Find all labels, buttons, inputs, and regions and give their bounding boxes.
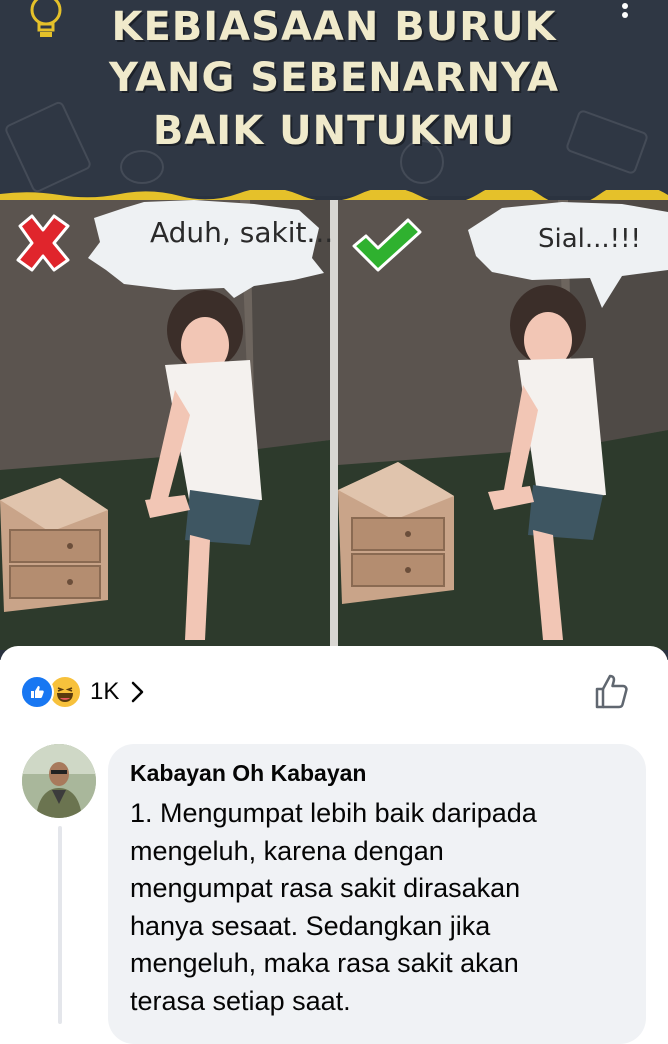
comment-text: 1. Mengumpat lebih baik daripada mengelu… — [130, 795, 630, 1020]
speech-text-left: Aduh, sakit... — [150, 216, 334, 249]
comment-line: 1. Mengumpat lebih baik daripada — [130, 798, 537, 828]
speech-text-right: Sial...!!! — [538, 224, 641, 254]
comment-line: hanya sesaat. Sedangkan jika — [130, 910, 491, 941]
avatar[interactable] — [22, 744, 96, 818]
comment-thread-line — [58, 826, 62, 1024]
chalk-doodle — [120, 150, 164, 184]
comment-line: mengeluh, karena dengan — [130, 835, 444, 866]
image-title-line-3: BAIK UNTUKMU — [152, 108, 516, 154]
check-mark-icon — [352, 218, 422, 272]
speech-bubble-left — [88, 200, 324, 298]
comment-line: mengeluh, maka rasa sakit akan — [130, 948, 519, 978]
comment-line: terasa setiap saat. — [130, 985, 351, 1016]
speech-bubble-right — [468, 202, 668, 308]
chevron-right-icon — [132, 681, 144, 703]
image-title-line-2: YANG SEBENARNYA — [108, 55, 560, 101]
like-icon — [20, 675, 54, 709]
cross-mark-icon — [16, 214, 70, 272]
image-title-line-1: KEBIASAAN BURUK — [111, 4, 557, 50]
like-button-icon[interactable] — [592, 672, 632, 712]
comment-line: mengumpat rasa sakit dirasakan — [130, 873, 521, 903]
post-image[interactable]: KEBIASAAN BURUK YANG SEBENARNYA BAIK UNT… — [0, 0, 668, 660]
reaction-count: 1K — [90, 678, 120, 705]
reactions-summary[interactable]: 1K — [20, 675, 147, 709]
comment-author[interactable]: Kabayan Oh Kabayan — [130, 760, 366, 787]
